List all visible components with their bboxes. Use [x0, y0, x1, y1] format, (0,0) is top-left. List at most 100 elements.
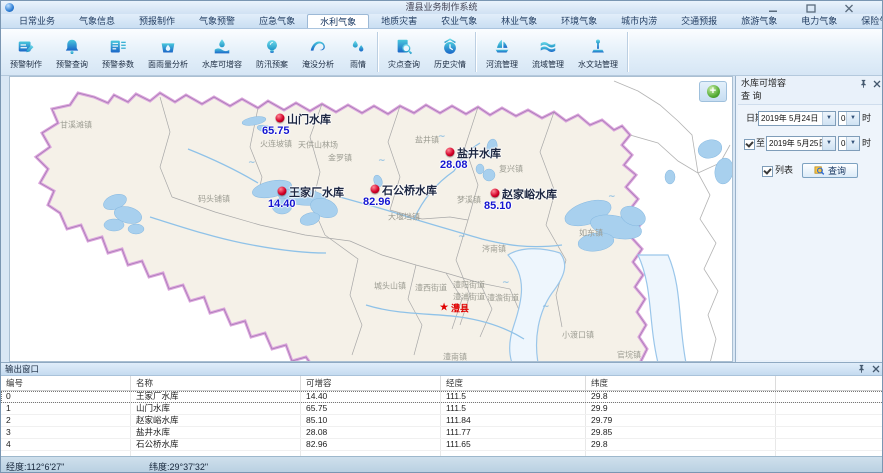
table-cell: 111.5: [441, 391, 586, 402]
toolbar-button-submerge[interactable]: 淹没分析: [295, 29, 341, 75]
reservoir-marker-icon[interactable]: [446, 148, 455, 157]
menu-tab-9[interactable]: 林业气象: [489, 14, 549, 28]
reservoir-marker-icon[interactable]: [276, 114, 285, 123]
menu-tab-2[interactable]: 气象信息: [67, 14, 127, 28]
menu-tab-6[interactable]: 水利气象: [307, 14, 369, 28]
list-checkbox[interactable]: [762, 166, 773, 177]
column-header[interactable]: 编号: [1, 376, 131, 390]
list-label: 列表: [775, 163, 793, 178]
workspace: ~~~ ~~~ ~~ ★ 澧县 甘溪滩镇火连坡镇天供山林场金罗镇盐井镇码头铺镇复…: [1, 76, 883, 362]
toolbar-button-warn-param[interactable]: 预警参数: [95, 29, 141, 75]
output-panel: 输出窗口 编号名称可增容经度纬度0王家厂水库14.40111.529.81山门水…: [1, 362, 883, 456]
warn-query-icon: [62, 36, 82, 58]
toolbar-button-area-rain[interactable]: 面雨量分析: [141, 29, 195, 75]
panel-close-icon[interactable]: [873, 78, 881, 92]
menu-tab-11[interactable]: 城市内涝: [609, 14, 669, 28]
table-cell: 65.75: [301, 403, 441, 414]
toolbar-button-hydro-station[interactable]: 水文站管理: [571, 29, 625, 75]
toolbar-button-label: 预警查询: [56, 59, 88, 70]
toolbar-separator: [627, 32, 629, 72]
menu-tab-15[interactable]: 保险气象: [849, 14, 883, 28]
toolbar-button-label: 防汛预案: [256, 59, 288, 70]
pin-icon[interactable]: [857, 364, 866, 376]
town-label: 澧西街道: [415, 283, 447, 294]
town-label: 天供山林场: [298, 140, 338, 151]
toolbar-button-label: 水库可增容: [202, 59, 242, 70]
flood-plan-icon: [262, 36, 282, 58]
submerge-icon: [308, 36, 328, 58]
menu-tab-4[interactable]: 气象预警: [187, 14, 247, 28]
town-label: 金罗镇: [328, 153, 352, 164]
table-row[interactable]: 4石公桥水库82.96111.6529.8: [1, 439, 883, 451]
table-row[interactable]: 1山门水库65.75111.529.9: [1, 403, 883, 415]
status-longitude: 经度:112°6'27": [6, 460, 64, 473]
town-label: 涔南镇: [482, 244, 506, 255]
close-icon[interactable]: [842, 3, 856, 13]
chevron-down-icon: ▼: [846, 137, 859, 150]
column-header[interactable]: 经度: [441, 376, 586, 390]
menu-tab-1[interactable]: 日常业务: [7, 14, 67, 28]
hour-to-select[interactable]: 08 ▼: [838, 136, 860, 151]
toolbar-button-rain-info[interactable]: 雨情: [341, 29, 375, 75]
menu-bar: 日常业务气象信息预报制作气象预警应急气象水利气象地质灾害农业气象林业气象环境气象…: [1, 14, 882, 29]
toolbar-button-basin-mgmt[interactable]: 流域管理: [525, 29, 571, 75]
table-cell: 82.96: [301, 439, 441, 450]
reservoir-marker-icon[interactable]: [371, 185, 380, 194]
reservoir-marker-icon[interactable]: [491, 189, 500, 198]
table-row[interactable]: 0王家厂水库14.40111.529.8: [1, 391, 883, 403]
table-cell: 111.5: [441, 403, 586, 414]
minimize-icon[interactable]: [766, 3, 780, 13]
menu-tab-8[interactable]: 农业气象: [429, 14, 489, 28]
table-cell: 赵家峪水库: [131, 415, 301, 426]
pin-icon[interactable]: [859, 78, 868, 92]
maximize-icon[interactable]: [804, 3, 818, 13]
column-header[interactable]: 名称: [131, 376, 301, 390]
status-latitude: 纬度:29°37'32": [149, 460, 208, 473]
column-header[interactable]: 纬度: [586, 376, 776, 390]
menu-tab-14[interactable]: 电力气象: [789, 14, 849, 28]
hour-from-select[interactable]: 08 ▼: [838, 111, 860, 126]
toolbar-button-disaster-query[interactable]: 灾点查询: [381, 29, 427, 75]
river-mgmt-icon: [492, 36, 512, 58]
table-row[interactable]: 3盐井水库28.08111.7729.85: [1, 427, 883, 439]
menu-tab-7[interactable]: 地质灾害: [369, 14, 429, 28]
output-panel-title: 输出窗口: [5, 364, 39, 374]
table-cell: 4: [1, 439, 131, 450]
table-cell: 1: [1, 403, 131, 414]
panel-close-icon[interactable]: [872, 364, 880, 376]
menu-tab-3[interactable]: 预报制作: [127, 14, 187, 28]
menu-tab-10[interactable]: 环境气象: [549, 14, 609, 28]
table-cell: 28.08: [301, 427, 441, 438]
town-label: 盐井镇: [415, 135, 439, 146]
column-header[interactable]: 可增容: [301, 376, 441, 390]
reservoir-capacity-value: 14.40: [268, 198, 296, 210]
map-canvas[interactable]: ~~~ ~~~ ~~ ★ 澧县 甘溪滩镇火连坡镇天供山林场金罗镇盐井镇码头铺镇复…: [9, 76, 733, 362]
table-cell: 29.8: [586, 391, 776, 402]
menu-tab-12[interactable]: 交通预报: [669, 14, 729, 28]
plus-icon: +: [707, 85, 720, 98]
toolbar-button-river-mgmt[interactable]: 河流管理: [479, 29, 525, 75]
hour-unit-label: 时: [862, 111, 871, 126]
map-zoom-button[interactable]: +: [699, 81, 727, 102]
town-label: 甘溪滩镇: [60, 120, 92, 131]
county-seat-label: 澧县: [451, 302, 469, 315]
town-label: 城头山镇: [374, 281, 406, 292]
town-label: 澧南镇: [443, 352, 467, 363]
table-row[interactable]: 2赵家峪水库85.10111.8429.79: [1, 415, 883, 427]
reservoir-marker-icon[interactable]: [278, 187, 287, 196]
menu-tab-13[interactable]: 旅游气象: [729, 14, 789, 28]
date-to-select[interactable]: 2019年 5月25日 ▼: [766, 136, 836, 151]
reservoir-name-label: 山门水库: [287, 111, 331, 127]
output-table[interactable]: 编号名称可增容经度纬度0王家厂水库14.40111.529.81山门水库65.7…: [1, 376, 883, 456]
toolbar-button-warn-make[interactable]: 预警制作: [3, 29, 49, 75]
toolbar-button-reservoir-cap[interactable]: 水库可增容: [195, 29, 249, 75]
toolbar-button-warn-query[interactable]: 预警查询: [49, 29, 95, 75]
toolbar-button-label: 流域管理: [532, 59, 564, 70]
table-cell: 111.77: [441, 427, 586, 438]
toolbar-button-history-disaster[interactable]: 历史灾情: [427, 29, 473, 75]
to-checkbox[interactable]: [744, 139, 755, 150]
toolbar-button-flood-plan[interactable]: 防汛预案: [249, 29, 295, 75]
query-button[interactable]: 查询: [802, 163, 858, 178]
date-from-select[interactable]: 2019年 5月24日 ▼: [758, 111, 836, 126]
menu-tab-5[interactable]: 应急气象: [247, 14, 307, 28]
